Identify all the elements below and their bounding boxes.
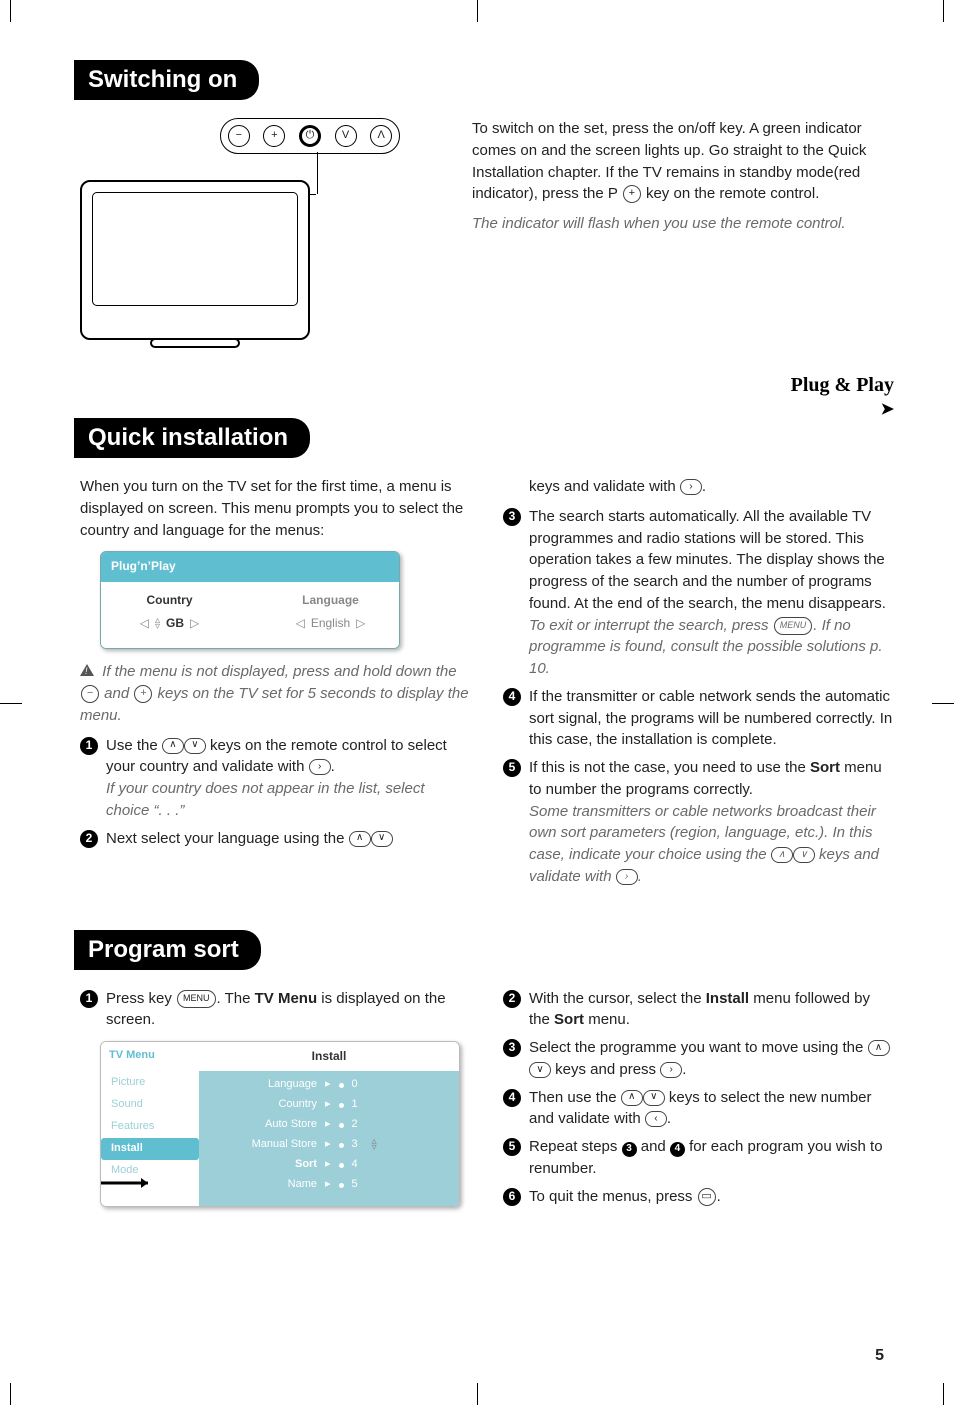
quick-step4: If the transmitter or cable network send… <box>529 686 894 751</box>
quick-warning-note: If the menu is not displayed, press and … <box>80 661 471 726</box>
left-arrow-icon: ◁ <box>296 615 305 632</box>
section-header-program-sort: Program sort <box>74 930 261 970</box>
tv-menu-osd: TV Menu Picture Sound Features Install M… <box>100 1041 460 1207</box>
quick-step2: Next select your language using the ∧∨ <box>106 828 393 850</box>
updown-icon: ▵▿ <box>155 618 160 630</box>
step-badge-5: 5 <box>503 759 521 777</box>
step-badge-1: 1 <box>80 990 98 1008</box>
quick-intro: When you turn on the TV set for the firs… <box>80 476 471 541</box>
right-arrow-icon: ▷ <box>190 615 199 632</box>
step-badge-4: 4 <box>503 1089 521 1107</box>
menu-item-features: Features <box>101 1116 199 1138</box>
tvmenu-title: TV Menu <box>101 1042 199 1070</box>
quick-step5: If this is not the case, you need to use… <box>529 759 882 798</box>
menu-item-picture: Picture <box>101 1072 199 1094</box>
quick-step5-note: Some transmitters or cable networks broa… <box>529 801 894 888</box>
install-item-country: Country <box>207 1097 317 1113</box>
tv-button-lambda: Λ <box>370 125 392 147</box>
right-arrow-icon: ▷ <box>356 615 365 632</box>
osd-country-value: GB <box>166 615 184 632</box>
down-key-icon: ∨ <box>184 738 206 754</box>
exit-key-icon: ▭ <box>698 1188 716 1206</box>
minus-key-icon: − <box>81 685 99 703</box>
plus-key-icon: + <box>134 685 152 703</box>
sort-step6: To quit the menus, press ▭. <box>529 1186 721 1208</box>
quick-step3: The search starts automatically. All the… <box>529 508 886 612</box>
tv-button-minus: − <box>228 125 250 147</box>
install-item-manualstore: Manual Store <box>207 1137 317 1153</box>
quick-step1-note: If your country does not appear in the l… <box>106 778 471 822</box>
tv-button-power: ⏻ <box>299 125 321 147</box>
down-key-icon: ∨ <box>643 1090 665 1106</box>
down-key-icon: ∨ <box>371 831 393 847</box>
osd-title: Plug’n’Play <box>101 552 399 581</box>
install-title: Install <box>199 1042 459 1071</box>
ref-badge-3: 3 <box>622 1142 637 1157</box>
tv-button-plus: + <box>263 125 285 147</box>
step-badge-2: 2 <box>503 990 521 1008</box>
osd-language-value: English <box>311 615 350 632</box>
warning-icon <box>80 664 94 676</box>
tv-illustration: − + ⏻ V Λ <box>80 118 400 348</box>
sort-step4: Then use the ∧∨ keys to select the new n… <box>529 1087 894 1131</box>
step-badge-3: 3 <box>503 508 521 526</box>
install-item-autostore: Auto Store <box>207 1117 317 1133</box>
quick-step3-note: To exit or interrupt the search, press M… <box>529 615 894 680</box>
install-item-sort: Sort <box>207 1157 317 1173</box>
right-key-icon: › <box>616 869 638 885</box>
section-header-quick-installation: Quick installation <box>74 418 310 458</box>
right-key-icon: › <box>309 759 331 775</box>
right-key-icon: › <box>660 1062 682 1078</box>
down-key-icon: ∨ <box>793 847 815 863</box>
step-badge-5: 5 <box>503 1138 521 1156</box>
menu-item-install: Install <box>101 1138 199 1160</box>
plug-n-play-logo: Plug & Play➤ <box>80 374 894 420</box>
sort-step5: Repeat steps 3 and 4 for each program yo… <box>529 1136 894 1180</box>
osd-language-label: Language <box>270 592 391 609</box>
p-plus-key-icon: + <box>623 185 641 203</box>
step-badge-3: 3 <box>503 1039 521 1057</box>
install-item-language: Language <box>207 1077 317 1093</box>
up-key-icon: ∧ <box>349 831 371 847</box>
section-header-switching-on: Switching on <box>74 60 259 100</box>
step-badge-4: 4 <box>503 688 521 706</box>
up-key-icon: ∧ <box>868 1040 890 1056</box>
up-key-icon: ∧ <box>771 847 793 863</box>
osd-country-label: Country <box>109 592 230 609</box>
quick-step2-tail: keys and validate with ›. <box>529 476 894 498</box>
menu-item-sound: Sound <box>101 1094 199 1116</box>
left-arrow-icon: ◁ <box>140 615 149 632</box>
tv-button-v: V <box>335 125 357 147</box>
step-badge-1: 1 <box>80 737 98 755</box>
step-badge-2: 2 <box>80 830 98 848</box>
switching-on-note: The indicator will flash when you use th… <box>472 213 894 235</box>
guide-arrow-icon <box>100 1178 163 1207</box>
ref-badge-4: 4 <box>670 1142 685 1157</box>
sort-step2: With the cursor, select the Install menu… <box>529 988 894 1032</box>
up-key-icon: ∧ <box>621 1090 643 1106</box>
page-number: 5 <box>875 1347 884 1365</box>
menu-key-icon: MENU <box>774 617 813 635</box>
down-key-icon: ∨ <box>529 1062 551 1078</box>
quick-step1: Use the ∧∨ keys on the remote control to… <box>106 737 447 776</box>
sort-step1: Press key MENU. The TV Menu is displayed… <box>106 988 471 1032</box>
right-key-icon: › <box>680 479 702 495</box>
sort-step3: Select the programme you want to move us… <box>529 1037 894 1081</box>
left-key-icon: ‹ <box>645 1111 667 1127</box>
switching-on-body: To switch on the set, press the on/off k… <box>472 118 894 205</box>
plugnplay-osd: Plug’n’Play Country ◁ ▵▿ GB ▷ Language <box>100 551 400 649</box>
install-item-name: Name <box>207 1177 317 1193</box>
up-key-icon: ∧ <box>162 738 184 754</box>
menu-key-icon: MENU <box>177 990 216 1008</box>
step-badge-6: 6 <box>503 1188 521 1206</box>
